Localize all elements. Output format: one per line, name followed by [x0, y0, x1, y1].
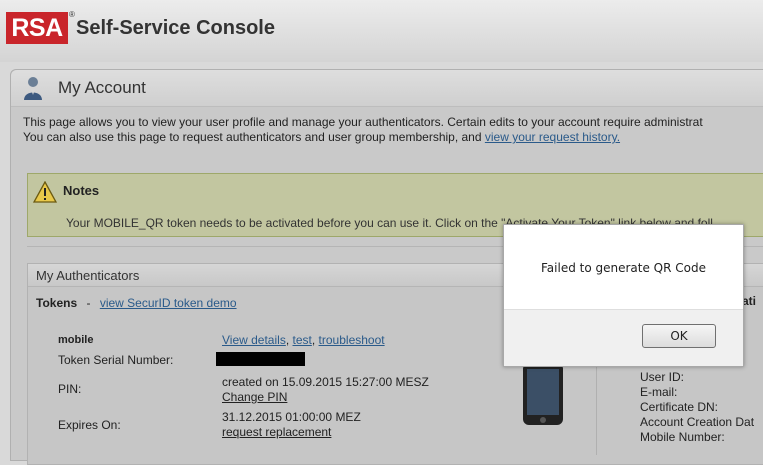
mobile-number-label: Mobile Number: — [640, 430, 725, 444]
warning-icon — [33, 181, 57, 203]
tokens-label: Tokens — [36, 296, 78, 310]
token-links: View details, test, troubleshoot — [222, 333, 385, 347]
intro-line-2: You can also use this page to request au… — [23, 130, 763, 145]
error-dialog: Failed to generate QR Code OK — [503, 224, 744, 367]
securid-demo-link[interactable]: view SecurID token demo — [100, 296, 237, 310]
link-comma-2: , — [311, 333, 316, 347]
column-divider — [596, 355, 597, 455]
app-title: Self-Service Console — [76, 17, 275, 39]
dialog-message: Failed to generate QR Code — [541, 261, 706, 275]
intro-text: This page allows you to view your user p… — [23, 115, 763, 145]
tokens-separator: - — [86, 296, 91, 310]
ok-button[interactable]: OK — [642, 324, 716, 348]
request-replacement-link[interactable]: request replacement — [222, 425, 331, 439]
pin-label: PIN: — [58, 382, 82, 396]
mobile-phone-icon — [523, 363, 563, 425]
pin-created: created on 15.09.2015 15:27:00 MESZ — [222, 375, 429, 389]
certificate-dn-label: Certificate DN: — [640, 400, 719, 414]
request-history-link[interactable]: view your request history. — [485, 130, 620, 144]
troubleshoot-link[interactable]: troubleshoot — [319, 333, 385, 347]
page-header: My Account — [11, 70, 763, 107]
app-header: RSA ® Self-Service Console — [0, 0, 763, 62]
rsa-logo: RSA — [6, 12, 68, 44]
test-link[interactable]: test — [293, 333, 312, 347]
email-label: E-mail: — [640, 385, 678, 399]
token-name: mobile — [58, 334, 94, 346]
expires-value: 31.12.2015 01:00:00 MEZ — [222, 410, 361, 424]
view-details-link[interactable]: View details — [222, 333, 286, 347]
redacted-serial — [216, 352, 305, 366]
tokens-line: Tokens - view SecurID token demo — [36, 296, 237, 310]
account-creation-label: Account Creation Dat — [640, 415, 755, 429]
page-title: My Account — [58, 78, 146, 97]
user-icon — [24, 77, 42, 100]
intro-line-1: This page allows you to view your user p… — [23, 115, 703, 129]
right-heading-fragment: ati — [742, 294, 757, 308]
authenticators-title: My Authenticators — [36, 268, 140, 283]
change-pin-link[interactable]: Change PIN — [222, 390, 287, 404]
user-id-label: User ID: — [640, 370, 685, 384]
notes-title: Notes — [63, 183, 100, 198]
dialog-footer: OK — [504, 309, 743, 366]
serial-label: Token Serial Number: — [58, 353, 174, 367]
link-comma-1: , — [285, 333, 290, 347]
expires-label: Expires On: — [58, 418, 121, 432]
registered-mark: ® — [69, 10, 75, 19]
intro-line-2-text: You can also use this page to request au… — [23, 130, 485, 144]
